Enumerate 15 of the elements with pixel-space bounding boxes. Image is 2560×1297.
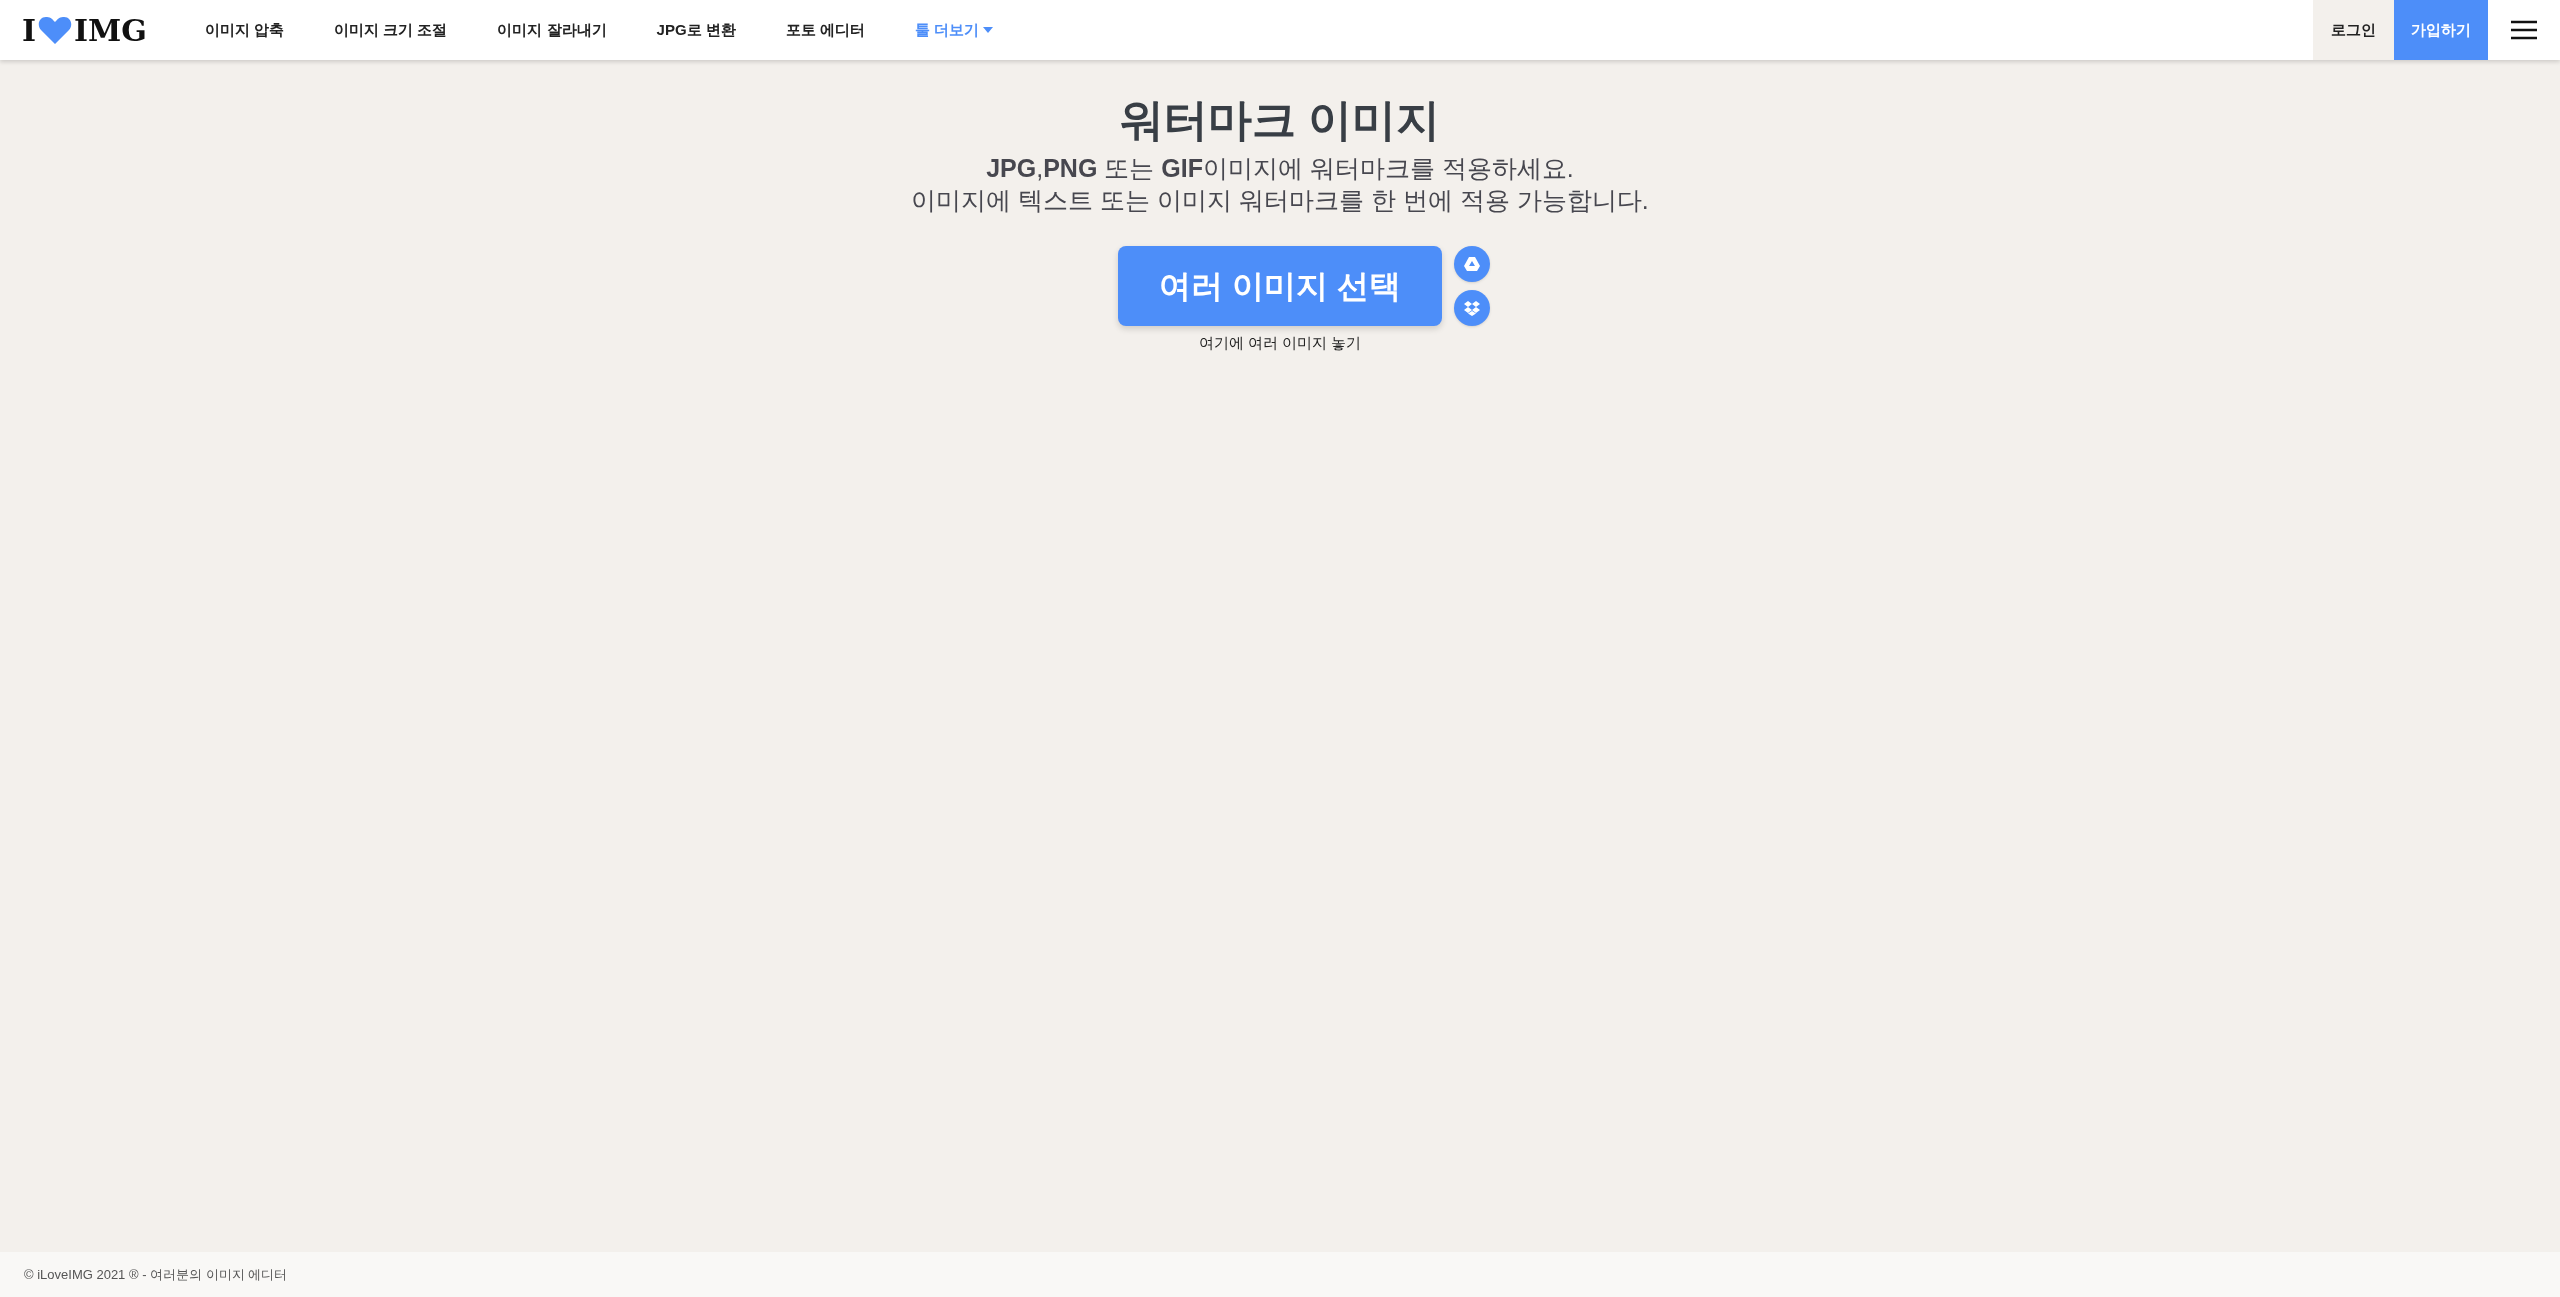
nav-link[interactable]: 이미지 크기 조절: [334, 18, 448, 42]
cloud-drive-icon[interactable]: [1454, 246, 1490, 282]
nav-link[interactable]: 이미지 잘라내기: [497, 18, 607, 42]
page-title: 워터마크 이미지: [1119, 94, 1441, 146]
nav-link[interactable]: 이미지 압축: [204, 18, 285, 42]
subtitle-text: JPG,PNG 또는 GIF이미지에 워터마크를 적용하세요.: [986, 153, 1574, 184]
nav-link[interactable]: JPG로 변환: [656, 18, 736, 42]
copyright-text: © iLoveIMG 2021 ® - 여러분의 이미지 에디터: [24, 1265, 288, 1284]
drop-hint: 여기에 여러 이미지 놓기: [1198, 333, 1362, 353]
logo[interactable]: I IMG: [22, 7, 147, 53]
nav-link[interactable]: 포토 에디터: [785, 18, 865, 42]
login-button[interactable]: 로그인: [2313, 0, 2394, 60]
heart-icon: [38, 15, 73, 45]
subtitle-text: 이미지에 텍스트 또는 이미지 워터마크를 한 번에 적용 가능합니다.: [911, 185, 1649, 216]
box-cloud-icon[interactable]: [1454, 290, 1490, 326]
